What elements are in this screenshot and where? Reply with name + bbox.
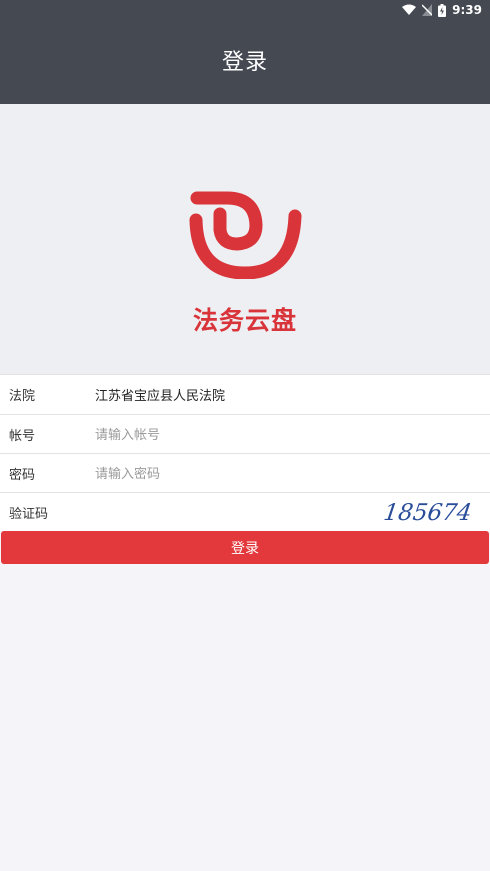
court-value[interactable]: 江苏省宝应县人民法院: [95, 385, 225, 404]
captcha-code: 185674: [384, 500, 473, 526]
account-label: 帐号: [9, 428, 36, 444]
password-label: 密码: [9, 467, 36, 483]
court-row[interactable]: 法院 江苏省宝应县人民法院: [0, 375, 490, 414]
battery-icon: [438, 3, 447, 17]
status-time: 9:39: [452, 3, 482, 17]
account-row: 帐号: [0, 414, 490, 453]
login-button[interactable]: 登录: [1, 531, 489, 564]
login-form: 法院 江苏省宝应县人民法院 帐号 密码 验证码 185674: [0, 374, 490, 531]
captcha-row: 验证码 185674: [0, 492, 490, 531]
captcha-image[interactable]: 185674: [384, 497, 476, 527]
account-input[interactable]: [95, 423, 475, 447]
app-logo-icon: [189, 191, 302, 279]
wifi-icon: [402, 4, 417, 16]
brand-name: 法务云盘: [192, 306, 297, 335]
page-title: 登录: [221, 50, 268, 75]
signal-icon: [422, 4, 433, 16]
captcha-label: 验证码: [9, 506, 49, 522]
status-bar: 9:39: [0, 0, 490, 20]
court-label: 法院: [9, 389, 36, 404]
app-header: 9:39 登录: [0, 0, 490, 104]
logo-area: 法务云盘: [0, 104, 490, 374]
password-input[interactable]: [95, 462, 475, 486]
password-row: 密码: [0, 453, 490, 492]
